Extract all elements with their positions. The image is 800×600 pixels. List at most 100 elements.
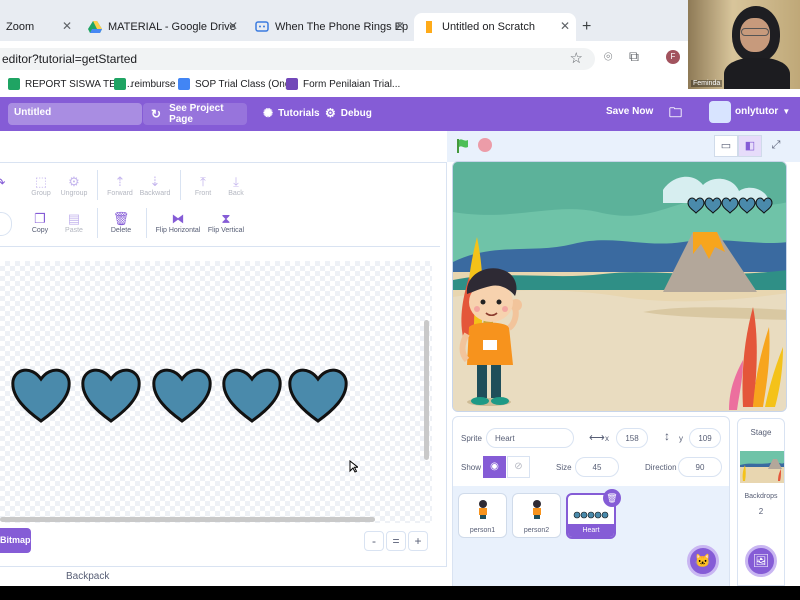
size-label: Size (556, 463, 572, 472)
zoom-reset-icon: = (392, 534, 400, 548)
redo-button[interactable]: ↷ (0, 175, 20, 191)
tab-video[interactable]: When The Phone Rings Ep 9 Su ✕ (249, 13, 411, 41)
forms-icon (286, 78, 298, 90)
close-tab-icon[interactable]: ✕ (560, 19, 570, 33)
participant-body (724, 58, 790, 89)
scratch-menu-bar: Untitled ↻ See Project Page ✺ Tutorials … (0, 97, 800, 131)
button-label: Tutorials (278, 107, 320, 119)
project-title-input[interactable]: Untitled (8, 103, 142, 125)
profile-avatar[interactable]: F (666, 50, 680, 64)
extensions-icon[interactable]: ⧉ (629, 48, 639, 65)
hide-sprite-button[interactable]: ⊘ (507, 456, 530, 478)
bookmark-label: reimburse (131, 78, 176, 90)
ungroup-icon: ⚙ (68, 174, 80, 189)
tab-google-drive[interactable]: MATERIAL - Google Drive ✕ (82, 13, 244, 41)
horizontal-scrollbar[interactable] (0, 517, 375, 522)
stage-canvas[interactable] (452, 161, 787, 412)
zoom-reset-button[interactable]: = (386, 531, 406, 551)
sprite-name-input[interactable]: Heart (486, 428, 574, 448)
heart-thumbnail (573, 511, 609, 519)
bookmark-item[interactable]: Form Penilaian Trial... (286, 78, 400, 90)
forward-button[interactable]: ⇡ Forward (100, 174, 140, 197)
close-tab-icon[interactable]: ✕ (62, 19, 72, 33)
heart-shape[interactable] (81, 368, 141, 423)
video-tab-icon (255, 21, 269, 32)
y-label: y (679, 434, 683, 443)
my-stuff-folder-icon[interactable]: 🗀 (669, 104, 682, 126)
sprite-thumb-person2[interactable]: person2 (512, 493, 561, 538)
url-field[interactable]: editor?tutorial=getStarted ☆ (0, 48, 595, 70)
direction-input[interactable]: 90 (678, 457, 722, 477)
new-tab-icon[interactable]: + (582, 18, 591, 36)
sprite-thumb-person1[interactable]: person1 (458, 493, 507, 538)
person1-thumbnail (478, 500, 487, 519)
heart-shape[interactable] (288, 368, 348, 423)
account-menu[interactable]: onlytutor ▼ (735, 106, 790, 117)
save-now-button[interactable]: Save Now (606, 106, 653, 117)
user-avatar[interactable] (709, 101, 731, 123)
zoom-in-button[interactable]: + (408, 531, 428, 551)
see-project-page-button[interactable]: ↻ See Project Page (143, 103, 247, 125)
zoom-out-button[interactable]: - (364, 531, 384, 551)
x-position-input[interactable]: 158 (616, 428, 648, 448)
fullscreen-button[interactable]: ⤢ (764, 135, 788, 157)
normal-stage-button[interactable]: ◧ (738, 135, 762, 157)
delete-sprite-icon[interactable]: 🗑 (603, 489, 621, 507)
heart-shape[interactable] (222, 368, 282, 423)
button-label: Bitmap (0, 535, 31, 545)
bookmark-item[interactable]: SOP Trial Class (Ong... (178, 78, 299, 90)
choose-sprite-button[interactable]: 🐱 (687, 545, 719, 577)
mouse-cursor-icon (349, 460, 358, 473)
size-input[interactable]: 45 (575, 457, 619, 477)
taskbar-edge (0, 586, 800, 600)
paint-canvas[interactable] (0, 261, 432, 523)
bookmark-item[interactable]: reimburse (114, 78, 175, 90)
x-label: x (605, 434, 609, 443)
show-sprite-button[interactable]: ◉ (483, 456, 506, 478)
y-position-input[interactable]: 109 (689, 428, 721, 448)
tool-label: Paste (65, 227, 83, 234)
choose-backdrop-button[interactable]: 🖼 (745, 545, 777, 577)
tab-zoom[interactable]: Zoom ✕ (0, 13, 78, 41)
green-flag-icon[interactable] (455, 138, 471, 154)
backpack-bar[interactable]: Backpack (0, 566, 447, 586)
tab-scratch[interactable]: Untitled on Scratch ✕ (414, 13, 576, 41)
participant-glasses (741, 28, 769, 36)
camera-icon[interactable]: ⌾ (604, 48, 612, 65)
flip-vertical-button[interactable]: ⧗ Flip Vertical (204, 211, 248, 234)
small-stage-icon: ▭ (720, 140, 732, 152)
small-stage-button[interactable]: ▭ (714, 135, 738, 157)
bookmark-label: Form Penilaian Trial... (303, 78, 401, 90)
back-button[interactable]: ⤓ Back (216, 174, 256, 197)
tab-title: MATERIAL - Google Drive (108, 21, 236, 33)
vertical-scrollbar[interactable] (424, 320, 429, 460)
tutorials-button[interactable]: ✺ Tutorials (263, 106, 320, 120)
backward-icon: ⇣ (149, 174, 161, 189)
tool-label: Backward (139, 190, 171, 197)
debug-button[interactable]: ⚙ Debug (325, 106, 372, 120)
heart-shape[interactable] (152, 368, 212, 423)
backdrops-count: 2 (758, 507, 764, 516)
close-tab-icon[interactable]: ✕ (395, 19, 405, 33)
delete-button[interactable]: 🗑 Delete (101, 211, 141, 234)
ungroup-button[interactable]: ⚙ Ungroup (54, 174, 94, 197)
convert-to-bitmap-button[interactable]: Bitmap (0, 528, 31, 553)
bookmark-star-icon[interactable]: ☆ (570, 49, 583, 67)
button-label: Save Now (606, 106, 654, 117)
cat-plus-icon: 🐱 (694, 553, 712, 568)
button-label: Debug (340, 107, 372, 119)
stage-scene (453, 162, 786, 411)
refresh-icon: ↻ (151, 107, 162, 121)
backward-button[interactable]: ⇣ Backward (135, 174, 175, 197)
normal-stage-icon: ◧ (744, 140, 756, 152)
tool-label: Delete (110, 227, 132, 234)
stop-sign-icon[interactable] (478, 138, 492, 152)
drive-icon (88, 21, 102, 33)
stage-label: Stage (750, 428, 772, 437)
paste-button[interactable]: ▤ Paste (54, 211, 94, 234)
close-tab-icon[interactable]: ✕ (228, 19, 238, 33)
heart-shape[interactable] (11, 368, 71, 423)
fullscreen-icon: ⤢ (771, 139, 781, 151)
tool-label: Flip Horizontal (155, 227, 201, 234)
flip-horizontal-button[interactable]: ⧓ Flip Horizontal (150, 211, 206, 234)
